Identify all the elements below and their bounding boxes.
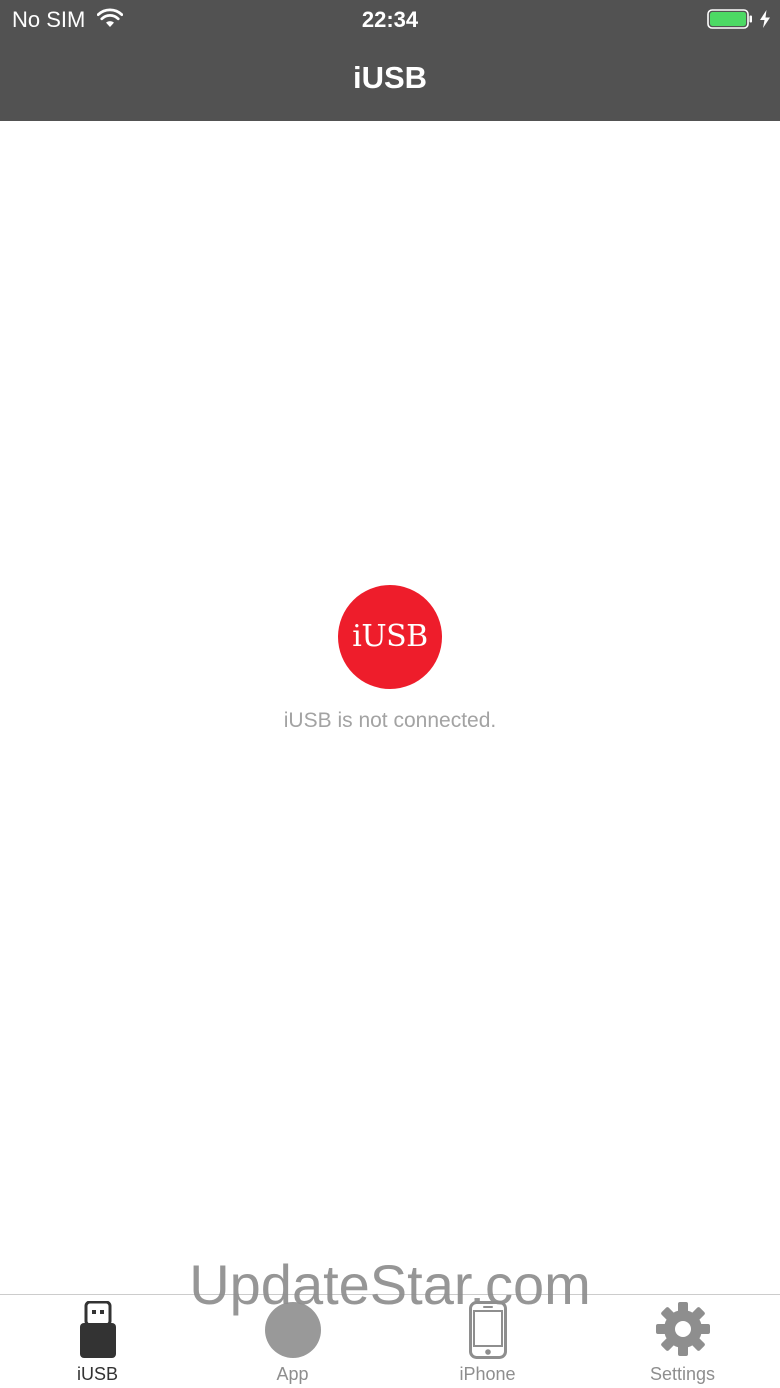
watermark: UpdateStar.com bbox=[189, 1253, 591, 1316]
connection-status-message: iUSB is not connected. bbox=[283, 709, 497, 732]
battery-icon bbox=[707, 9, 753, 29]
tab-label-app: App bbox=[276, 1364, 309, 1384]
status-bar: No SIM 22:34 bbox=[0, 0, 780, 40]
iusb-logo: iUSB bbox=[338, 585, 442, 689]
header: No SIM 22:34 iUSB bbox=[0, 0, 780, 121]
nav-title: iUSB bbox=[352, 60, 428, 95]
charging-bolt-icon bbox=[758, 9, 772, 29]
tab-label-iusb: iUSB bbox=[76, 1364, 118, 1384]
tab-label-settings: Settings bbox=[649, 1364, 716, 1384]
tab-label-iphone: iPhone bbox=[459, 1364, 516, 1384]
clock: 22:34 bbox=[361, 7, 419, 32]
